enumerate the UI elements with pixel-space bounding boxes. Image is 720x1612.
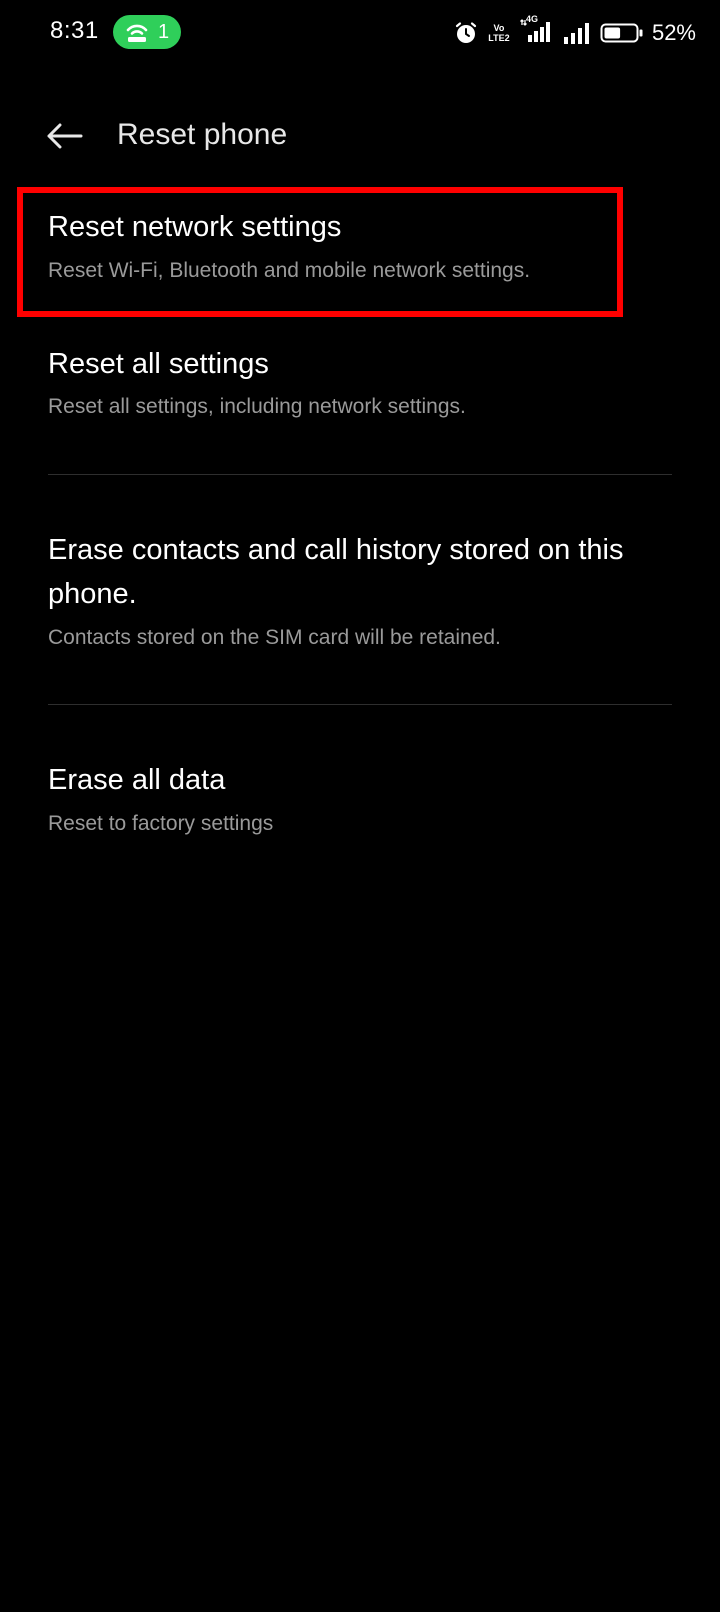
- divider: [48, 704, 672, 705]
- volte-icon: Vo LTE2: [488, 23, 510, 43]
- erase-all-data-option[interactable]: Erase all data Reset to factory settings: [0, 758, 720, 858]
- battery-percent: 52%: [651, 20, 696, 45]
- option-description: Reset all settings, including network se…: [48, 395, 466, 418]
- hotspot-count: 1: [158, 20, 170, 43]
- divider: [48, 474, 672, 475]
- arrow-left-icon: [47, 123, 83, 149]
- option-title: Reset all settings: [48, 348, 269, 380]
- network-type-label: 4G: [525, 13, 538, 24]
- status-bar: 8:31 1 Vo LTE2 4G 52%: [0, 0, 720, 66]
- option-title: Reset network settings: [48, 211, 342, 243]
- signal-4g-icon: 4G: [519, 14, 554, 48]
- option-description: Reset Wi-Fi, Bluetooth and mobile networ…: [48, 259, 531, 282]
- status-icons: Vo LTE2 4G 52%: [446, 14, 696, 49]
- back-button[interactable]: [40, 114, 88, 158]
- option-title: Erase all data: [48, 764, 226, 796]
- battery-icon: [600, 23, 643, 43]
- option-description: Contacts stored on the SIM card will be …: [48, 626, 501, 649]
- page-title: Reset phone: [117, 118, 288, 151]
- hotspot-indicator[interactable]: 1: [113, 15, 181, 49]
- app-header: Reset phone: [0, 104, 720, 168]
- option-title: Erase contacts and call history stored o…: [48, 534, 624, 610]
- reset-all-settings-option[interactable]: Reset all settings Reset all settings, i…: [0, 342, 720, 442]
- hotspot-icon: [126, 24, 148, 42]
- erase-contacts-option[interactable]: Erase contacts and call history stored o…: [0, 528, 720, 658]
- reset-network-settings-option[interactable]: Reset network settings Reset Wi-Fi, Blue…: [0, 205, 720, 305]
- alarm-icon: [455, 22, 477, 43]
- status-time: 8:31: [50, 17, 99, 44]
- signal-bars-icon: [563, 23, 589, 44]
- option-description: Reset to factory settings: [48, 812, 274, 835]
